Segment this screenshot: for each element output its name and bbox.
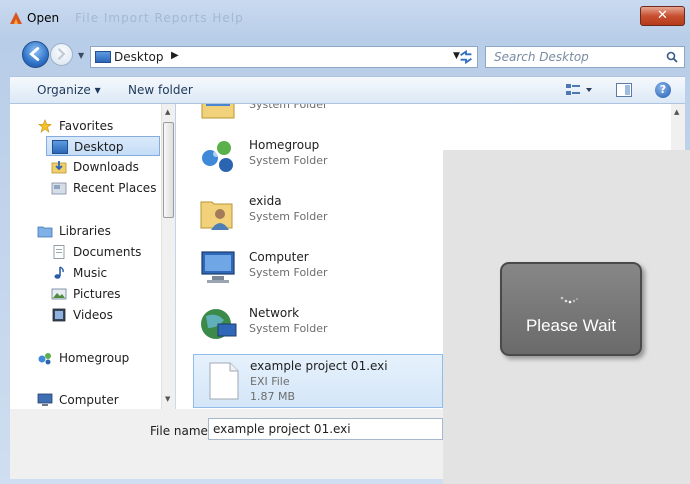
downloads-icon [51,161,67,174]
address-location[interactable]: Desktop [114,50,164,64]
search-input[interactable]: Search Desktop [485,46,685,68]
file-name-label: File name: [150,424,212,438]
homegroup-icon [202,141,233,172]
folder-icon [201,104,235,119]
sidebar-item-label: Music [73,266,108,280]
preview-pane-icon[interactable] [616,83,632,97]
sidebar-item-downloads[interactable]: Downloads [51,157,161,177]
sidebar-group-homegroup[interactable]: Homegroup [37,348,157,368]
list-item[interactable]: Homegroup System Folder [176,132,441,182]
sidebar-item-label: Desktop [74,140,124,154]
network-icon [201,309,237,339]
computer-icon [37,393,53,406]
app-icon [10,12,22,24]
list-item[interactable]: exida System Folder [176,188,441,238]
please-wait-dialog: Please Wait [500,262,642,356]
sidebar-group-computer[interactable]: Computer [37,390,157,409]
desktop-icon [52,140,68,154]
pictures-icon [51,288,67,300]
item-name: Computer [249,250,309,264]
sidebar-item-label: Documents [73,245,142,259]
navigation-pane: Favorites Desktop Downloads Recent Place… [10,104,175,409]
scroll-up-icon[interactable]: ▲ [165,108,170,116]
title-bar[interactable]: Open File Import Reports Help ✕ [0,0,690,34]
command-toolbar: Organize ▾ New folder ? [10,76,685,104]
sidebar-group-label: Libraries [59,224,111,238]
history-dropdown-icon[interactable]: ▼ [78,51,84,60]
sidebar-item-label: Downloads [73,160,139,174]
item-type: System Folder [249,104,328,111]
forward-button[interactable] [50,43,73,66]
list-item[interactable]: Network System Folder [176,300,441,350]
item-type: EXI File [250,375,290,388]
sidebar-item-videos[interactable]: Videos [51,305,161,325]
address-bar[interactable]: Desktop ▶ ▼ [90,46,478,68]
organize-button[interactable]: Organize ▾ [37,83,101,97]
sidebar-group-libraries[interactable]: Libraries [37,221,157,241]
change-view-icon[interactable] [565,82,595,98]
videos-icon [52,308,66,322]
new-folder-button[interactable]: New folder [128,83,193,97]
scroll-up-icon[interactable]: ▲ [674,108,679,116]
refresh-button[interactable] [454,46,478,68]
breadcrumb-chevron-icon[interactable]: ▶ [171,50,179,61]
help-icon[interactable]: ? [655,82,671,98]
item-type: System Folder [249,210,328,223]
list-item[interactable]: System Folder [176,104,441,126]
title-ghost-menu: File Import Reports Help [75,11,244,25]
sidebar-group-label: Favorites [59,119,114,133]
search-placeholder: Search Desktop [494,50,589,64]
spinner-icon [560,296,579,304]
sidebar-item-label: Videos [73,308,113,322]
item-name: exida [249,194,282,208]
sidebar-group-label: Homegroup [59,351,130,365]
recent-places-icon [51,182,67,195]
item-type: System Folder [249,322,328,335]
item-name: example project 01.exi [250,359,388,373]
item-name: Homegroup [249,138,320,152]
open-dialog: Open File Import Reports Help ✕ ▼ Deskto… [0,0,690,484]
navigation-scrollbar[interactable]: ▲ ▼ [161,104,175,409]
refresh-icon [460,49,472,65]
sidebar-item-music[interactable]: Music [51,263,161,283]
homegroup-icon [38,353,51,365]
list-item[interactable]: Computer System Folder [176,244,441,294]
sidebar-item-documents[interactable]: Documents [51,242,161,262]
sidebar-item-desktop[interactable]: Desktop [46,136,160,156]
item-type: System Folder [249,154,328,167]
user-folder-icon [200,201,233,230]
file-name-input[interactable]: example project 01.exi [208,418,443,440]
window-title: Open [27,11,60,25]
navigation-bar: ▼ Desktop ▶ ▼ Search Desktop [0,38,690,74]
sidebar-group-label: Computer [59,393,119,407]
sidebar-item-pictures[interactable]: Pictures [51,284,161,304]
star-icon [38,119,52,133]
sidebar-group-favorites[interactable]: Favorites [37,116,157,136]
sidebar-item-recent-places[interactable]: Recent Places [51,178,171,198]
item-size: 1.87 MB [250,390,296,403]
item-name: Network [249,306,300,320]
file-name-value[interactable]: example project 01.exi [213,422,351,436]
sidebar-item-label: Recent Places [73,181,157,195]
computer-icon [201,251,235,283]
scrollbar-thumb[interactable] [163,122,174,218]
back-arrow-icon [29,47,40,61]
please-wait-message: Please Wait [525,316,617,335]
sidebar-item-label: Pictures [73,287,121,301]
list-item-selected[interactable]: example project 01.exi EXI File 1.87 MB [193,354,443,408]
desktop-icon [95,51,111,63]
scroll-down-icon[interactable]: ▼ [165,395,170,403]
search-icon[interactable] [666,51,678,63]
close-button[interactable]: ✕ [640,6,685,26]
file-icon [209,362,239,400]
documents-icon [53,245,65,259]
music-icon [54,266,64,279]
back-button[interactable] [22,41,49,68]
item-type: System Folder [249,266,328,279]
library-icon [37,226,53,238]
forward-arrow-icon [58,48,66,60]
